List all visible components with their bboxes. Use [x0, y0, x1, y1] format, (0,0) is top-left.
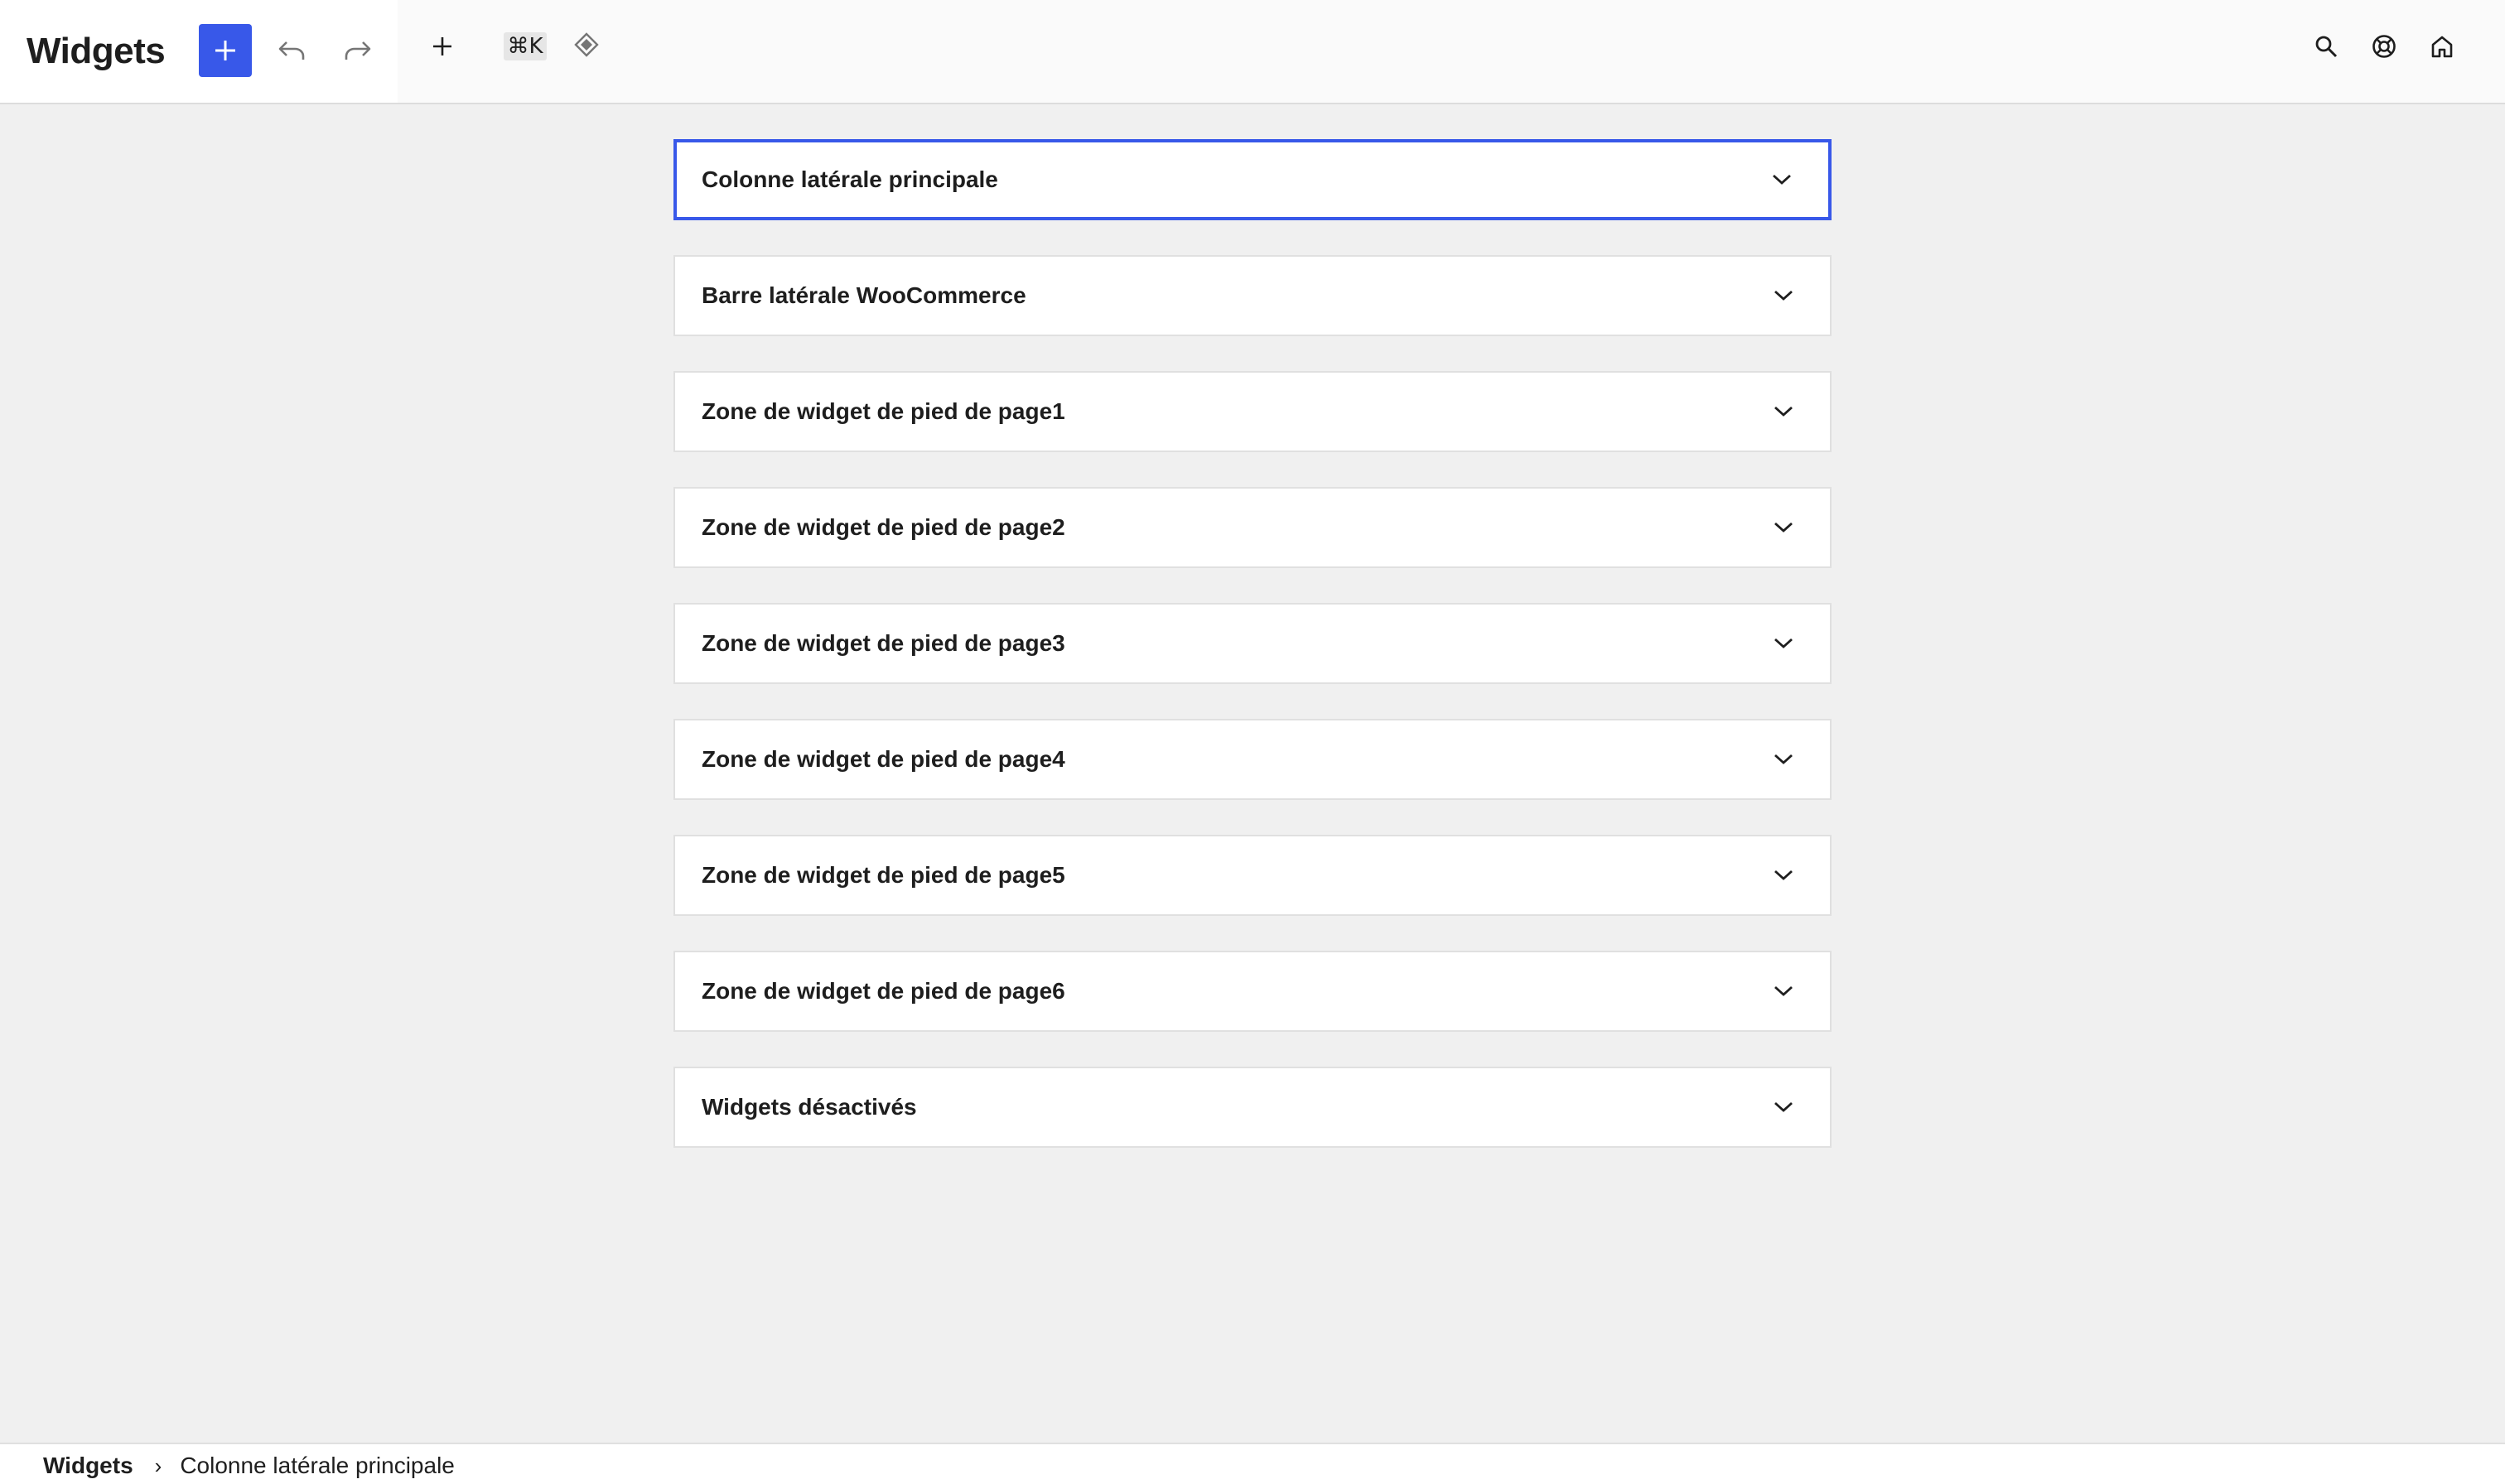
diamond-icon	[574, 32, 599, 57]
widget-areas-list: Colonne latérale principale Barre latéra…	[673, 139, 1832, 1183]
widget-area-label: Barre latérale WooCommerce	[702, 282, 1026, 308]
chevron-down-icon[interactable]	[1769, 166, 1795, 193]
help-button[interactable]	[2358, 20, 2411, 73]
home-button[interactable]	[2416, 20, 2469, 73]
top-toolbar: Widgets ⌘K	[0, 0, 2505, 104]
chevron-down-icon[interactable]	[1770, 1094, 1797, 1120]
plus-icon	[433, 37, 451, 55]
widget-area-label: Zone de widget de pied de page1	[702, 398, 1065, 424]
widget-area-label: Colonne latérale principale	[702, 166, 998, 192]
breadcrumb-separator: ›	[154, 1453, 162, 1478]
plus-icon	[215, 41, 235, 60]
widget-area-label: Zone de widget de pied de page2	[702, 514, 1065, 540]
add-block-button[interactable]	[199, 24, 252, 77]
block-inserter-button[interactable]	[416, 20, 469, 73]
widget-area-label: Widgets désactivés	[702, 1094, 917, 1120]
chevron-down-icon[interactable]	[1770, 282, 1797, 309]
chevron-down-icon[interactable]	[1770, 514, 1797, 541]
page-title: Widgets	[27, 31, 166, 71]
chevron-down-icon[interactable]	[1770, 862, 1797, 889]
widget-area-label: Zone de widget de pied de page4	[702, 746, 1065, 772]
chevron-down-icon[interactable]	[1770, 746, 1797, 773]
help-lifebuoy-icon	[2372, 35, 2396, 58]
widget-area-label: Zone de widget de pied de page5	[702, 862, 1065, 888]
search-icon	[2315, 36, 2338, 58]
widget-area-footer-2[interactable]: Zone de widget de pied de page2	[673, 487, 1832, 568]
home-icon	[2431, 36, 2453, 58]
command-palette-button[interactable]: ⌘K	[499, 20, 552, 73]
chevron-down-icon[interactable]	[1770, 978, 1797, 1005]
breadcrumb-root-link[interactable]: Widgets	[43, 1451, 133, 1481]
widget-area-footer-1[interactable]: Zone de widget de pied de page1	[673, 371, 1832, 452]
search-button[interactable]	[2300, 20, 2353, 73]
widget-area-footer-5[interactable]: Zone de widget de pied de page5	[673, 835, 1832, 916]
footer-bar: Widgets › Colonne latérale principale	[0, 1443, 2505, 1484]
widget-area-woocommerce-sidebar[interactable]: Barre latérale WooCommerce	[673, 255, 1832, 336]
diamond-button[interactable]	[560, 18, 613, 71]
chevron-down-icon[interactable]	[1770, 630, 1797, 657]
widget-area-label: Zone de widget de pied de page6	[702, 978, 1065, 1004]
widget-area-inactive-widgets[interactable]: Widgets désactivés	[673, 1067, 1832, 1148]
widget-area-footer-4[interactable]: Zone de widget de pied de page4	[673, 719, 1832, 800]
widget-area-footer-3[interactable]: Zone de widget de pied de page3	[673, 603, 1832, 684]
breadcrumb-current: Colonne latérale principale	[180, 1453, 455, 1478]
redo-icon	[345, 41, 371, 60]
undo-icon	[278, 41, 305, 60]
shortcut-label: ⌘K	[504, 32, 547, 60]
undo-button[interactable]	[265, 24, 318, 77]
widget-area-label: Zone de widget de pied de page3	[702, 630, 1065, 656]
widget-area-main-sidebar[interactable]: Colonne latérale principale	[673, 139, 1832, 220]
chevron-down-icon[interactable]	[1770, 398, 1797, 425]
breadcrumb: Widgets › Colonne latérale principale	[43, 1451, 455, 1481]
widget-area-footer-6[interactable]: Zone de widget de pied de page6	[673, 951, 1832, 1032]
redo-button[interactable]	[331, 24, 384, 77]
